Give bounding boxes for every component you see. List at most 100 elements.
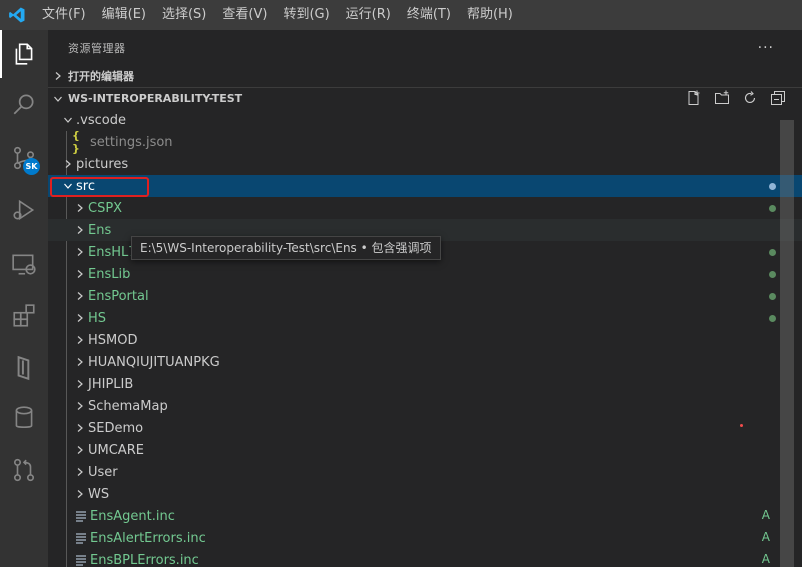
text-file-icon	[74, 531, 88, 545]
intersystems-icon[interactable]	[0, 344, 48, 392]
marker-dot	[740, 424, 743, 427]
modified-dot-icon	[769, 249, 776, 256]
open-editors-section[interactable]: 打开的编辑器	[48, 65, 802, 87]
tree-item-label: WS	[88, 486, 110, 502]
chevron-right-icon	[72, 373, 88, 395]
explorer-header: 资源管理器 ···	[48, 30, 802, 65]
menu-file[interactable]: 文件(F)	[34, 0, 94, 30]
modified-dot-icon	[769, 315, 776, 322]
chevron-right-icon	[60, 153, 76, 175]
tree-item-label: .vscode	[76, 112, 126, 128]
explorer-sidebar: 资源管理器 ··· 打开的编辑器 WS-INTEROPERABILITY-TES…	[48, 30, 802, 567]
chevron-right-icon	[72, 241, 88, 263]
tree-item-label: EnsLib	[88, 266, 131, 282]
tree-item-pictures[interactable]: pictures	[48, 153, 768, 175]
tree-item-folder[interactable]: JHIPLIB	[48, 373, 768, 395]
tree-item-folder[interactable]: HUANQIUJITUANPKG	[48, 351, 768, 373]
modified-dot-icon	[769, 183, 776, 190]
tree-item-settings-json[interactable]: { } settings.json	[48, 129, 768, 155]
chevron-right-icon	[72, 351, 88, 373]
chevron-right-icon	[48, 71, 68, 81]
collapse-all-icon[interactable]	[770, 90, 786, 109]
tree-item-label: HUANQIUJITUANPKG	[88, 354, 220, 370]
tree-item-vscode[interactable]: .vscode	[48, 109, 768, 131]
more-actions-icon[interactable]: ···	[758, 40, 774, 56]
menu-terminal[interactable]: 终端(T)	[399, 0, 459, 30]
extensions-icon[interactable]	[0, 292, 48, 340]
remote-explorer-icon[interactable]	[0, 240, 48, 288]
source-control-badge: SK	[23, 158, 40, 175]
tree-item-file[interactable]: EnsAlertErrors.inc A	[48, 527, 770, 549]
refresh-icon[interactable]	[742, 90, 758, 109]
new-folder-icon[interactable]	[714, 90, 730, 109]
tree-item-folder[interactable]: HSMOD	[48, 329, 768, 351]
menu-view[interactable]: 查看(V)	[214, 0, 275, 30]
run-debug-icon[interactable]	[0, 186, 48, 234]
tree-item-label: UMCARE	[88, 442, 144, 458]
tree-item-src[interactable]: src	[48, 175, 802, 197]
tree-item-folder[interactable]: SEDemo	[48, 417, 768, 439]
open-editors-label: 打开的编辑器	[68, 70, 134, 83]
chevron-right-icon	[72, 197, 88, 219]
menu-run[interactable]: 运行(R)	[338, 0, 399, 30]
database-icon[interactable]	[0, 394, 48, 442]
chevron-right-icon	[72, 219, 88, 241]
tree-item-folder[interactable]: HS	[48, 307, 776, 329]
tree-item-label: SEDemo	[88, 420, 144, 436]
chevron-right-icon	[72, 263, 88, 285]
chevron-right-icon	[72, 307, 88, 329]
tree-item-folder[interactable]: User	[48, 461, 768, 483]
menu-edit[interactable]: 编辑(E)	[94, 0, 154, 30]
chevron-right-icon	[72, 285, 88, 307]
tree-item-folder[interactable]: WS	[48, 483, 768, 505]
tree-item-label: pictures	[76, 156, 129, 172]
tree-item-folder[interactable]: EnsLib	[48, 263, 776, 285]
tree-item-label: settings.json	[90, 134, 173, 150]
git-added-badge: A	[761, 508, 770, 522]
modified-dot-icon	[769, 205, 776, 212]
explorer-title: 资源管理器	[68, 41, 126, 55]
git-added-badge: A	[761, 552, 770, 566]
tree-item-folder[interactable]: CSPX	[48, 197, 776, 219]
tree-item-label: EnsPortal	[88, 288, 149, 304]
tree-item-label: HSMOD	[88, 332, 138, 348]
tree-item-label: EnsHL7	[88, 244, 137, 260]
tree-item-file[interactable]: EnsAgent.inc A	[48, 505, 770, 527]
vscode-logo-icon	[0, 0, 34, 30]
tree-item-folder[interactable]: SchemaMap	[48, 395, 768, 417]
tree-item-label: User	[88, 464, 118, 480]
chevron-right-icon	[72, 329, 88, 351]
file-tree: .vscode { } settings.json pictures src C…	[48, 109, 802, 567]
project-name: WS-INTEROPERABILITY-TEST	[68, 92, 243, 105]
tree-item-label: EnsAgent.inc	[90, 508, 175, 524]
files-icon[interactable]	[0, 30, 48, 78]
chevron-right-icon	[72, 483, 88, 505]
vertical-scrollbar[interactable]	[780, 120, 794, 567]
project-section-header[interactable]: WS-INTEROPERABILITY-TEST	[48, 87, 802, 109]
git-added-badge: A	[761, 530, 770, 544]
highlight-box	[50, 177, 149, 197]
tree-item-file[interactable]: EnsBPLErrors.inc A	[48, 549, 770, 567]
menu-selection[interactable]: 选择(S)	[154, 0, 214, 30]
tree-item-folder[interactable]: EnsPortal	[48, 285, 776, 307]
chevron-right-icon	[72, 461, 88, 483]
source-control-icon[interactable]	[0, 134, 48, 182]
chevron-right-icon	[72, 439, 88, 461]
tree-item-label: EnsAlertErrors.inc	[90, 530, 206, 546]
modified-dot-icon	[769, 293, 776, 300]
json-file-icon: { }	[72, 129, 80, 155]
text-file-icon	[74, 553, 88, 567]
tree-item-folder[interactable]: UMCARE	[48, 439, 768, 461]
menu-help[interactable]: 帮助(H)	[459, 0, 521, 30]
tree-item-label: CSPX	[88, 200, 123, 216]
project-actions	[686, 88, 786, 110]
pull-request-icon[interactable]	[0, 446, 48, 494]
search-icon[interactable]	[0, 80, 48, 128]
chevron-down-icon	[48, 94, 68, 104]
chevron-right-icon	[72, 395, 88, 417]
tree-item-label: JHIPLIB	[88, 376, 134, 392]
new-file-icon[interactable]	[686, 90, 702, 109]
path-tooltip: E:\5\WS-Interoperability-Test\src\Ens • …	[131, 236, 441, 260]
menu-go[interactable]: 转到(G)	[275, 0, 337, 30]
tree-item-label: EnsBPLErrors.inc	[90, 552, 199, 567]
